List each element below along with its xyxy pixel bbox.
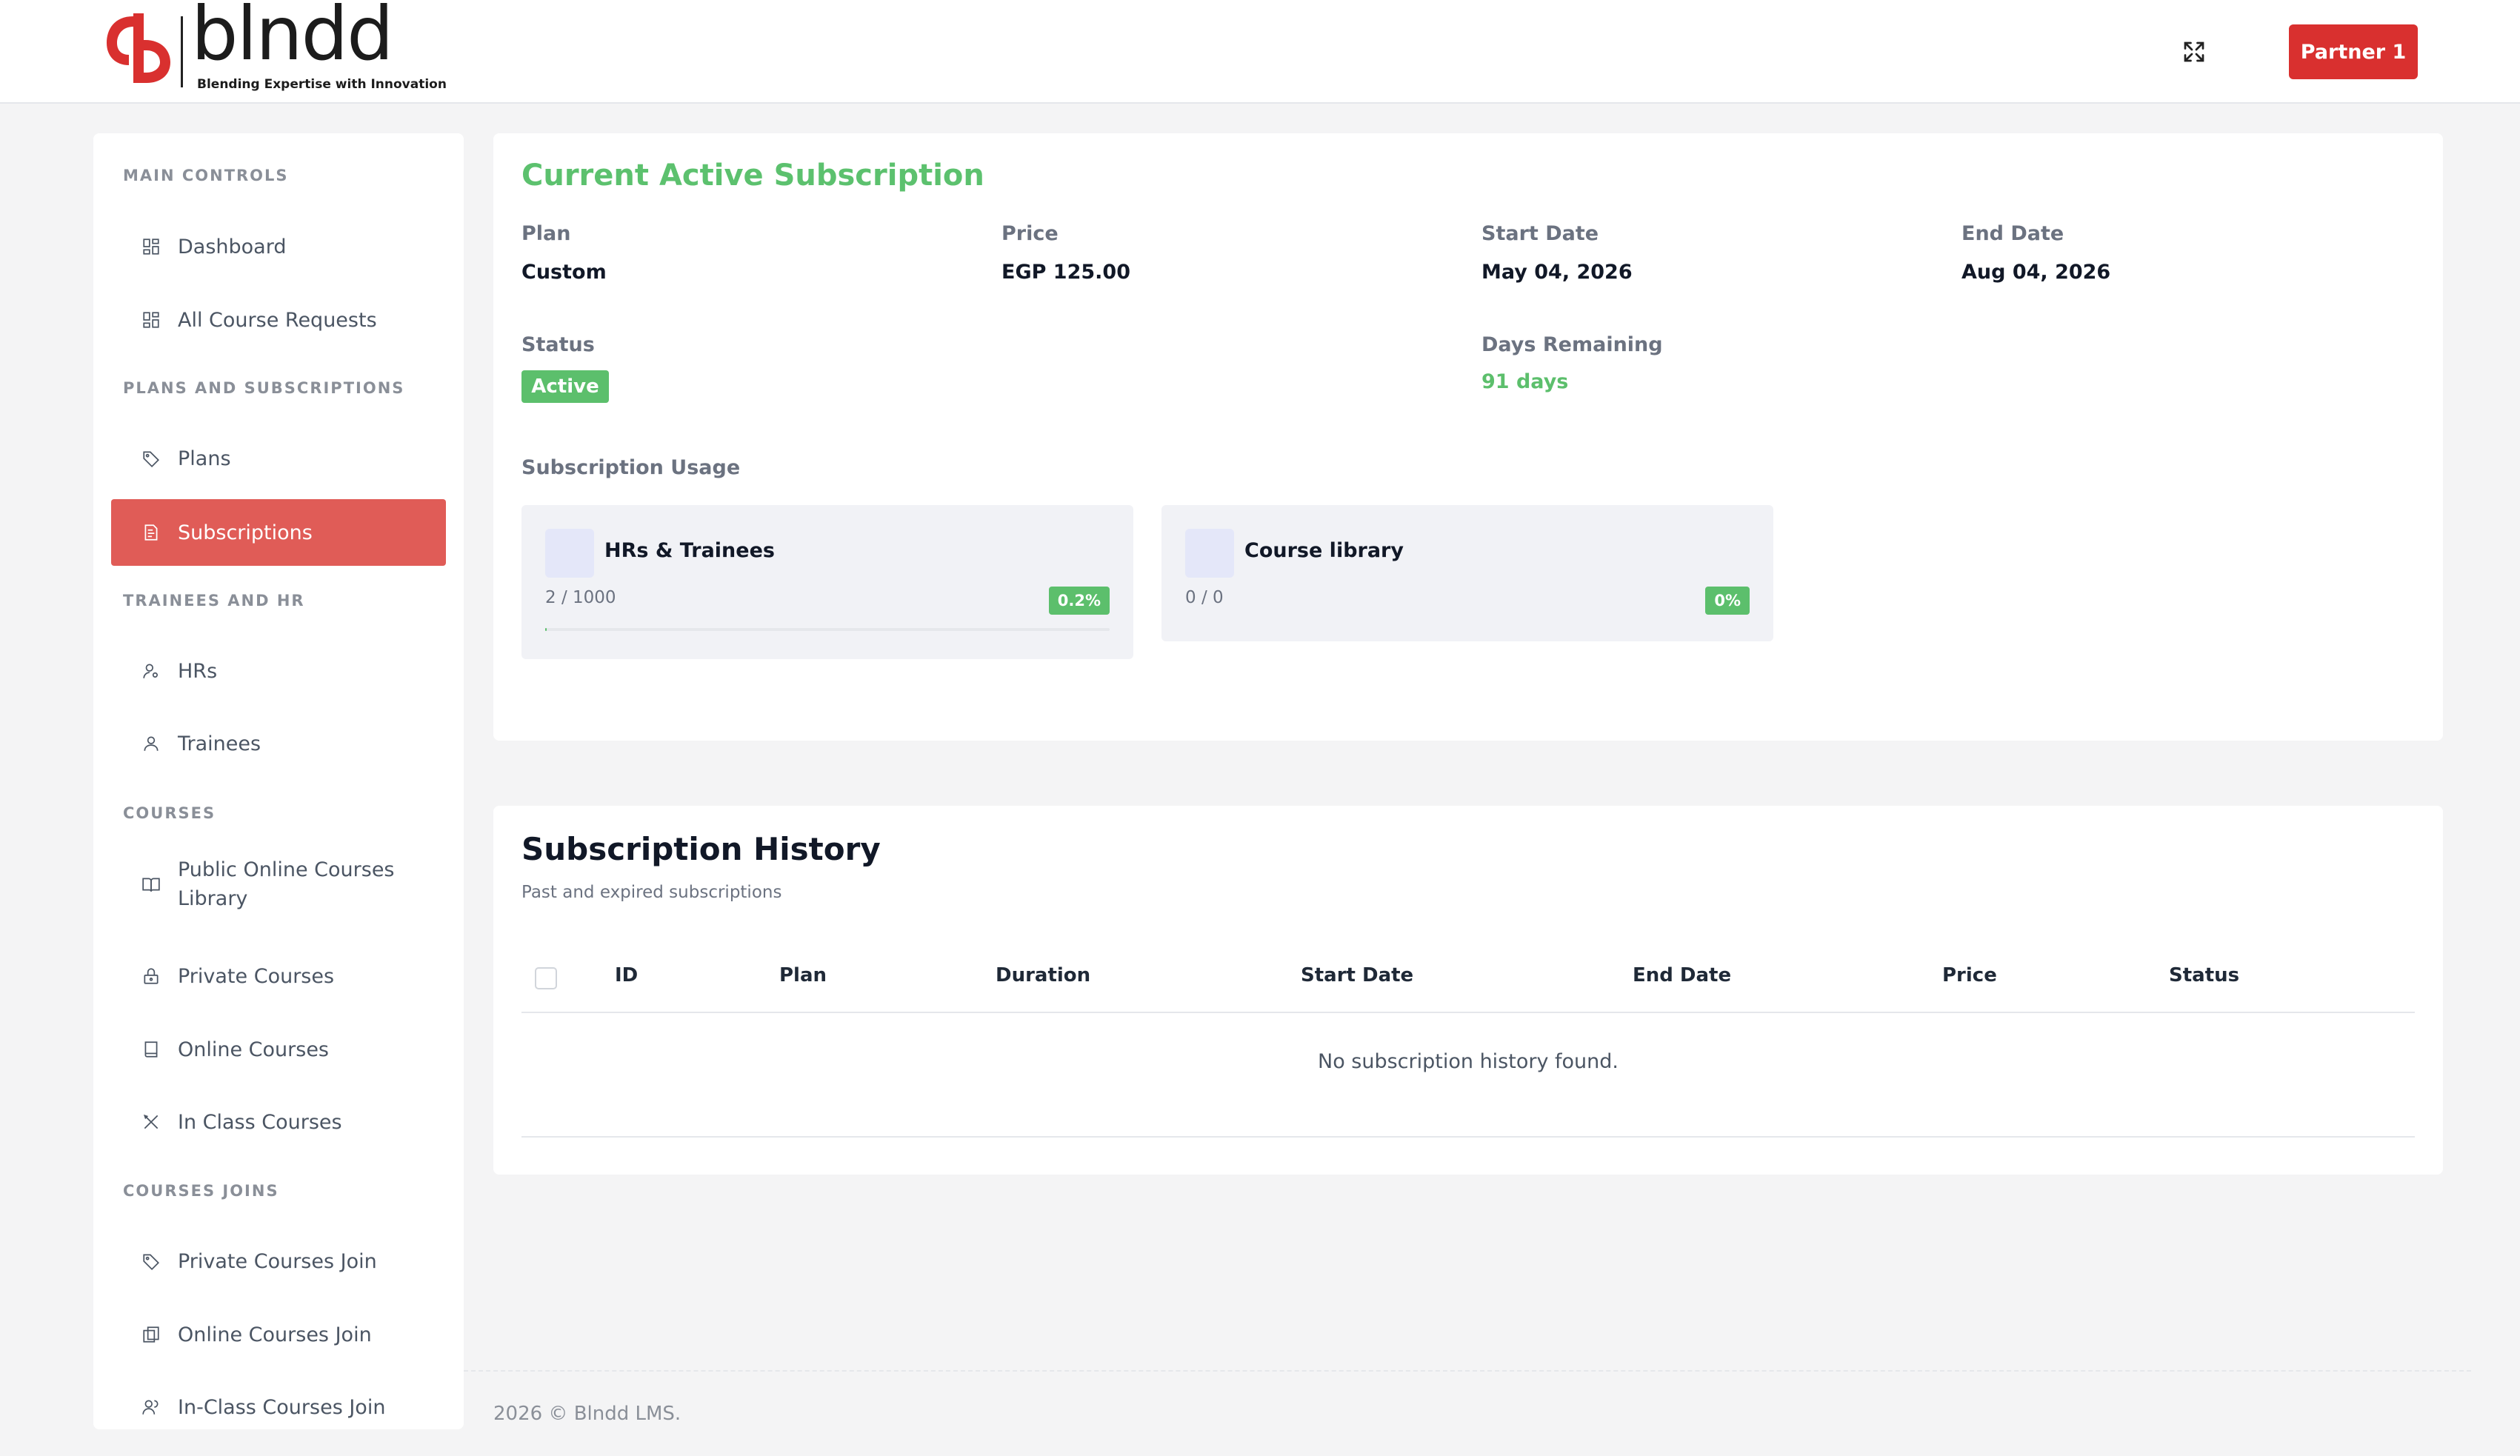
footer-divider [464,1370,2471,1372]
sidebar-item-label: Trainees [178,732,261,755]
column-header-end-date[interactable]: End Date [1633,964,1731,986]
status-label: Status [521,333,595,356]
sidebar-item-hrs[interactable]: HRs [111,638,446,704]
plan-label: Plan [521,222,571,245]
sidebar: MAIN CONTROLS Dashboard All Course Reque… [93,133,464,1429]
sidebar-item-subscriptions[interactable]: Subscriptions [111,499,446,566]
usage-card-hrs-trainees: HRs & Trainees 2 / 1000 0.2% [521,505,1133,659]
section-title-main-controls: MAIN CONTROLS [123,167,289,184]
section-title-courses: COURSES [123,804,216,822]
sidebar-item-dashboard[interactable]: Dashboard [111,213,446,280]
current-subscription-title: Current Active Subscription [521,158,984,193]
user-icon [139,732,163,755]
sidebar-item-plans[interactable]: Plans [111,425,446,492]
usage-progress-fill [545,628,547,631]
brand-tagline: Blending Expertise with Innovation [197,77,447,92]
subscription-history-card: Subscription History Past and expired su… [493,806,2443,1175]
lock-icon [139,964,163,988]
end-date-label: End Date [1961,222,2064,245]
sidebar-item-label: Private Courses Join [178,1249,377,1273]
history-title: Subscription History [521,831,881,867]
sidebar-item-label: Private Courses [178,964,335,988]
sidebar-item-online-courses[interactable]: Online Courses [111,1016,446,1083]
usage-name: Course library [1244,539,1404,562]
usage-name: HRs & Trainees [604,539,775,562]
sidebar-item-label: Online Courses [178,1038,330,1061]
empty-table-message: No subscription history found. [1318,1050,1619,1073]
sidebar-item-trainees[interactable]: Trainees [111,710,446,777]
book-icon [139,1038,163,1061]
column-header-id[interactable]: ID [615,964,638,986]
usage-count: 2 / 1000 [545,588,616,607]
sidebar-item-label: In-Class Courses Join [178,1395,386,1419]
current-subscription-card: Current Active Subscription Plan Custom … [493,133,2443,741]
sidebar-item-online-courses-join[interactable]: Online Courses Join [111,1301,446,1368]
tag-icon [139,1249,163,1273]
usage-count: 0 / 0 [1185,588,1224,607]
section-title-courses-joins: COURSES JOINS [123,1182,279,1200]
sidebar-item-in-class-courses[interactable]: In Class Courses [111,1089,446,1155]
tools-icon [139,1110,163,1134]
sidebar-item-label: Subscriptions [178,521,313,544]
days-remaining-label: Days Remaining [1481,333,1663,356]
usage-placeholder-icon [1185,529,1234,578]
sidebar-item-in-class-courses-join[interactable]: In-Class Courses Join [111,1374,446,1429]
logo-divider [181,16,183,87]
price-value: EGP 125.00 [1001,261,1130,284]
select-all-checkbox[interactable] [535,967,557,989]
sidebar-item-all-course-requests[interactable]: All Course Requests [111,287,446,353]
sidebar-item-label: HRs [178,659,218,683]
grid-icon [139,308,163,332]
receipt-icon [139,521,163,544]
book-open-icon [139,872,163,896]
footer-copyright: 2026 © Blndd LMS. [493,1403,681,1425]
sidebar-item-label: All Course Requests [178,308,377,332]
user-menu-button[interactable]: Partner 1 [2289,24,2418,79]
usage-placeholder-icon [545,529,594,578]
column-header-price[interactable]: Price [1942,964,1997,986]
usage-card-course-library: Course library 0 / 0 0% [1161,505,1773,641]
fullscreen-button[interactable] [2175,33,2213,71]
sidebar-item-public-online-courses[interactable]: Public Online Courses Library [111,849,446,920]
sidebar-item-label: Online Courses Join [178,1323,372,1346]
brand-logo[interactable]: blndd Blending Expertise with Innovation [104,0,447,93]
status-badge: Active [521,370,609,403]
section-title-trainees: TRAINEES AND HR [123,592,305,610]
column-header-start-date[interactable]: Start Date [1301,964,1413,986]
usage-percent-badge: 0% [1705,587,1750,615]
column-header-duration[interactable]: Duration [996,964,1090,986]
sidebar-item-label: Plans [178,447,231,470]
grid-icon [139,235,163,258]
usage-title: Subscription Usage [521,456,741,479]
usage-progress-bar [545,628,1110,631]
start-date-value: May 04, 2026 [1481,261,1633,284]
brand-name: blndd [191,0,394,77]
user-gear-icon [139,659,163,683]
users-icon [139,1395,163,1419]
sidebar-item-label: Dashboard [178,235,287,258]
plan-value: Custom [521,261,607,284]
logo-mark-icon [107,13,170,83]
days-remaining-value: 91 days [1481,370,1569,393]
table-header-divider [521,1012,2415,1013]
sidebar-item-label: Public Online Courses Library [178,858,395,910]
sidebar-item-private-courses-join[interactable]: Private Courses Join [111,1228,446,1295]
table-bottom-divider [521,1136,2415,1138]
start-date-label: Start Date [1481,222,1599,245]
section-title-plans: PLANS AND SUBSCRIPTIONS [123,379,405,397]
expand-icon [2184,41,2204,62]
usage-percent-badge: 0.2% [1048,587,1110,615]
end-date-value: Aug 04, 2026 [1961,261,2111,284]
sidebar-item-private-courses[interactable]: Private Courses [111,943,446,1009]
sidebar-item-label: In Class Courses [178,1110,342,1134]
price-label: Price [1001,222,1059,245]
column-header-status[interactable]: Status [2169,964,2239,986]
history-subtitle: Past and expired subscriptions [521,883,782,902]
tag-icon [139,447,163,470]
column-header-plan[interactable]: Plan [779,964,827,986]
copy-icon [139,1323,163,1346]
top-header: blndd Blending Expertise with Innovation… [0,0,2520,104]
